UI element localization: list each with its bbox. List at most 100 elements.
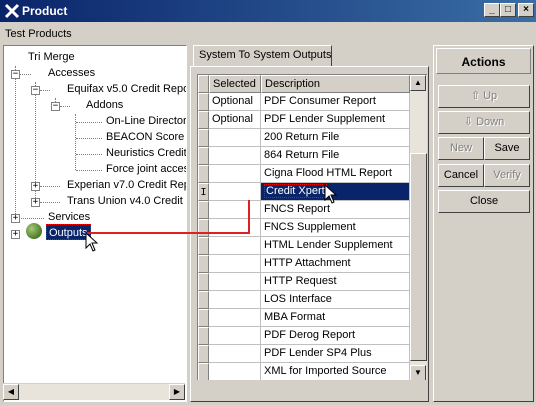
table-row[interactable]: HTML Lender Supplement xyxy=(198,237,410,255)
table-row[interactable]: XML for Imported Source xyxy=(198,363,410,380)
cell-selected[interactable]: Optional xyxy=(209,111,261,129)
tree-item-accesses[interactable]: Accesses xyxy=(48,65,95,81)
table-row[interactable]: FNCS Supplement xyxy=(198,219,410,237)
product-tree[interactable]: Tri Merge − Accesses − Equifax v5.0 Cred… xyxy=(3,45,187,402)
expand-transunion-icon[interactable]: + xyxy=(31,198,40,207)
row-indicator[interactable] xyxy=(198,309,209,327)
close-window-button[interactable]: × xyxy=(518,3,534,17)
tree-item-experian[interactable]: Experian v7.0 Credit Rep xyxy=(67,177,186,193)
row-indicator[interactable] xyxy=(198,363,209,380)
table-row[interactable]: Optional PDF Lender Supplement xyxy=(198,111,410,129)
scroll-left-icon[interactable]: ◀ xyxy=(3,384,19,400)
cell-description[interactable]: HTTP Attachment xyxy=(261,255,410,273)
row-indicator[interactable] xyxy=(198,291,209,309)
scroll-down-icon[interactable]: ▼ xyxy=(410,365,426,380)
cell-selected[interactable] xyxy=(209,273,261,291)
cell-description[interactable]: LOS Interface xyxy=(261,291,410,309)
new-button[interactable]: New xyxy=(438,137,484,160)
down-button[interactable]: ⇩ Down xyxy=(438,111,530,134)
table-row[interactable]: HTTP Request xyxy=(198,273,410,291)
collapse-equifax-icon[interactable]: − xyxy=(31,86,40,95)
table-row[interactable]: Cigna Flood HTML Report xyxy=(198,165,410,183)
expand-experian-icon[interactable]: + xyxy=(31,182,40,191)
cell-description[interactable]: Cigna Flood HTML Report xyxy=(261,165,410,183)
cell-description[interactable]: HTTP Request xyxy=(261,273,410,291)
cell-description[interactable]: 864 Return File xyxy=(261,147,410,165)
cell-selected[interactable] xyxy=(209,165,261,183)
table-row[interactable]: PDF Derog Report xyxy=(198,327,410,345)
up-button[interactable]: ⇧ Up xyxy=(438,85,530,108)
table-row[interactable]: LOS Interface xyxy=(198,291,410,309)
expand-outputs-icon[interactable]: + xyxy=(11,230,20,239)
cell-selected[interactable] xyxy=(209,345,261,363)
row-indicator[interactable] xyxy=(198,345,209,363)
cell-selected[interactable] xyxy=(209,129,261,147)
row-indicator[interactable] xyxy=(198,201,209,219)
row-indicator[interactable] xyxy=(198,129,209,147)
cell-description[interactable]: PDF Consumer Report xyxy=(261,93,410,111)
collapse-accesses-icon[interactable]: − xyxy=(11,70,20,79)
tree-item-addon[interactable]: Force joint acces xyxy=(106,161,186,177)
table-row[interactable]: I Credit Xpert xyxy=(198,183,410,201)
scroll-thumb[interactable] xyxy=(410,153,427,361)
scroll-up-icon[interactable]: ▲ xyxy=(410,75,426,91)
scroll-right-icon[interactable]: ▶ xyxy=(169,384,185,400)
table-row[interactable]: HTTP Attachment xyxy=(198,255,410,273)
expand-services-icon[interactable]: + xyxy=(11,214,20,223)
cell-description[interactable]: XML for Imported Source xyxy=(261,363,410,380)
tree-item-addon[interactable]: Neuristics Credit 2 xyxy=(106,145,186,161)
minimize-button[interactable]: _ xyxy=(484,3,500,17)
cell-selected[interactable] xyxy=(209,309,261,327)
save-button[interactable]: Save xyxy=(484,137,530,160)
grid-vertical-scrollbar[interactable]: ▲ ▼ xyxy=(410,75,427,380)
table-row[interactable]: 864 Return File xyxy=(198,147,410,165)
row-indicator[interactable]: I xyxy=(198,183,209,201)
row-indicator[interactable] xyxy=(198,237,209,255)
column-header-description[interactable]: Description xyxy=(261,75,410,93)
row-indicator[interactable] xyxy=(198,93,209,111)
cell-description[interactable]: PDF Derog Report xyxy=(261,327,410,345)
tree-item-addon[interactable]: On-Line Directory xyxy=(106,113,186,129)
cell-description[interactable]: PDF Lender Supplement xyxy=(261,111,410,129)
table-row[interactable]: 200 Return File xyxy=(198,129,410,147)
cell-selected[interactable] xyxy=(209,201,261,219)
tree-item-addons[interactable]: Addons xyxy=(86,97,123,113)
tree-item-equifax[interactable]: Equifax v5.0 Credit Repo xyxy=(67,81,186,97)
cancel-button[interactable]: Cancel xyxy=(438,164,484,187)
row-indicator[interactable] xyxy=(198,111,209,129)
cell-description[interactable]: MBA Format xyxy=(261,309,410,327)
cell-description[interactable]: FNCS Supplement xyxy=(261,219,410,237)
cell-selected[interactable] xyxy=(209,183,261,201)
column-header-selected[interactable]: Selected xyxy=(209,75,261,93)
close-button[interactable]: Close xyxy=(438,190,530,213)
cell-selected[interactable] xyxy=(209,327,261,345)
table-row[interactable]: PDF Lender SP4 Plus xyxy=(198,345,410,363)
cell-selected[interactable] xyxy=(209,255,261,273)
tab-system-to-system-outputs[interactable]: System To System Outputs xyxy=(193,45,332,66)
tree-item-services[interactable]: Services xyxy=(48,209,90,225)
verify-button[interactable]: Verify xyxy=(484,164,530,187)
tree-horizontal-scrollbar[interactable]: ◀ ▶ xyxy=(3,383,185,400)
tree-item-outputs[interactable]: Outputs xyxy=(46,224,91,240)
cell-selected[interactable] xyxy=(209,237,261,255)
outputs-grid[interactable]: Selected Description Optional PDF Consume… xyxy=(197,74,427,380)
cell-selected[interactable] xyxy=(209,363,261,380)
cell-selected[interactable] xyxy=(209,147,261,165)
row-indicator[interactable] xyxy=(198,219,209,237)
row-indicator[interactable] xyxy=(198,255,209,273)
cell-selected[interactable] xyxy=(209,219,261,237)
tree-root[interactable]: Tri Merge xyxy=(28,49,75,65)
row-indicator[interactable] xyxy=(198,147,209,165)
row-indicator[interactable] xyxy=(198,273,209,291)
tree-item-transunion[interactable]: Trans Union v4.0 Credit F xyxy=(67,193,186,209)
collapse-addons-icon[interactable]: − xyxy=(51,102,60,111)
table-row[interactable]: FNCS Report xyxy=(198,201,410,219)
table-row[interactable]: MBA Format xyxy=(198,309,410,327)
cell-selected[interactable] xyxy=(209,291,261,309)
tree-item-addon[interactable]: BEACON Score xyxy=(106,129,184,145)
cell-description[interactable]: PDF Lender SP4 Plus xyxy=(261,345,410,363)
maximize-button[interactable]: □ xyxy=(500,3,516,17)
cell-description[interactable]: HTML Lender Supplement xyxy=(261,237,410,255)
row-indicator[interactable] xyxy=(198,165,209,183)
row-indicator[interactable] xyxy=(198,327,209,345)
